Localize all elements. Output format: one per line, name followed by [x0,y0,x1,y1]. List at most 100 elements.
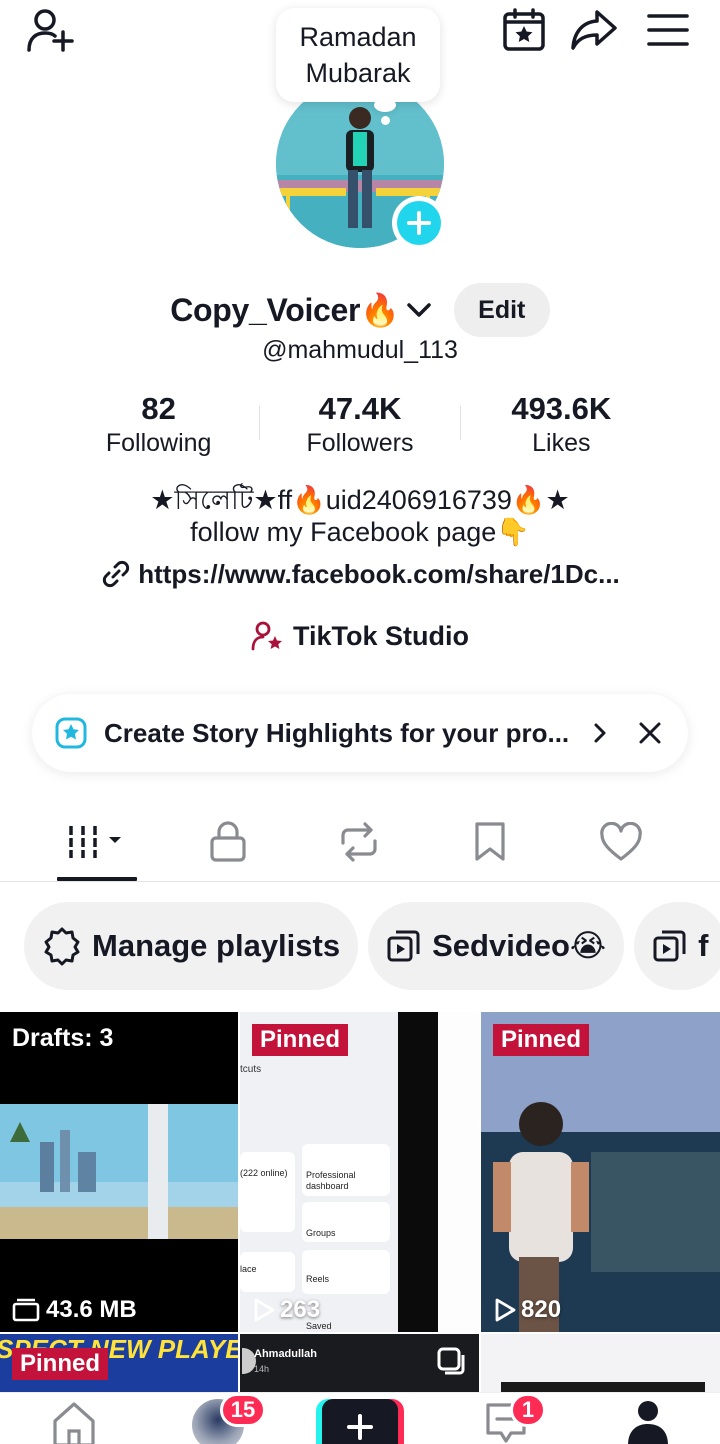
tiktok-studio-label: TikTok Studio [292,620,469,651]
create-button-shape [316,1399,404,1444]
bio-link[interactable]: https://www.facebook.com/share/1Dc... [0,558,720,590]
heart-icon [600,822,642,861]
bubble-line2: Mubarak [305,58,411,88]
tab-favorites[interactable] [450,816,530,868]
bio-line-2: follow my Facebook page👇 [190,517,530,547]
copy-icon [437,1347,465,1375]
bio-link-text: https://www.facebook.com/share/1Dc... [138,558,620,589]
play-icon [495,1298,516,1322]
nav-home[interactable] [44,1399,104,1444]
share-arrow-icon [571,10,617,50]
profile-tabs [0,808,720,882]
stats-row: 82 Following 47.4K Followers 493.6K Like… [58,390,662,462]
tab-active-indicator [57,877,137,881]
video-tile[interactable]: tcuts (222 online) Professional dashboar… [240,1012,479,1332]
tab-videos[interactable] [57,816,137,868]
play-icon [254,1298,275,1322]
thumb-bar [501,1382,705,1392]
gear-icon [44,927,80,966]
grid-bars-icon [69,826,121,858]
home-icon [53,1402,95,1444]
plus-icon [407,211,431,235]
followers-label: Followers [306,429,414,457]
video-thumbnail [481,1012,720,1332]
stat-divider [460,406,461,440]
bottom-navigation: 15 1 [0,1392,720,1444]
screenshot-right [438,1012,479,1332]
pinned-badge: Pinned [252,1024,349,1056]
screenshot-professional: Professional dashboard [306,1170,356,1191]
drafts-tile[interactable]: Drafts: 3 43.6 MB [0,1012,238,1332]
tiktok-studio-link[interactable]: TikTok Studio [0,620,720,652]
post-time: 14h [254,1364,270,1374]
screenshot-reels: Reels [306,1274,330,1284]
chevron-right-icon[interactable] [588,721,612,745]
drafts-size: 43.6 MB [12,1296,137,1324]
drafts-thumbnail [0,1012,238,1332]
calendar-button[interactable] [498,4,550,56]
add-story-button[interactable] [392,196,446,250]
story-highlights-banner[interactable]: Create Story Highlights for your pro... [32,694,688,772]
likes-label: Likes [532,429,591,457]
add-friend-button[interactable] [24,4,76,56]
name-row: Copy_Voicer🔥 Edit [0,283,720,337]
pinned-badge: Pinned [12,1348,109,1380]
share-button[interactable] [568,4,620,56]
video-tile[interactable]: Pinned 820 [481,1012,720,1332]
tab-liked[interactable] [581,816,661,868]
playlist-chips: Manage playlists Sedvideo😭 f [24,902,720,990]
screenshot-shortcuts: tcuts [240,1064,262,1075]
screenshot-place: lace [240,1264,257,1274]
link-icon [103,560,130,588]
screenshot-card [302,1250,390,1294]
menu-button[interactable] [642,4,694,56]
nav-profile[interactable] [620,1399,676,1444]
nav-create[interactable] [316,1399,404,1444]
profile-icon [628,1401,668,1444]
user-handle: @mahmudul_113 [262,336,458,364]
calendar-star-icon [503,8,545,51]
story-banner-text: Create Story Highlights for your pro... [104,717,570,748]
chevron-down-icon[interactable] [404,295,434,325]
drafts-size-text: 43.6 MB [46,1296,137,1323]
following-label: Following [105,429,212,457]
playlist-icon [653,930,686,962]
friends-badge: 15 [220,1393,266,1427]
display-name[interactable]: Copy_Voicer🔥 [170,291,400,329]
screenshot-dark-edge [398,1012,438,1332]
hamburger-menu-icon [647,14,689,46]
bubble-tail [374,98,396,112]
post-username: Ahmadullah [254,1348,317,1360]
screenshot-groups: Groups [306,1228,336,1238]
stat-following[interactable]: 82 Following [58,390,259,462]
video-tile[interactable]: Ahmadullah 14h [240,1334,479,1392]
video-tile[interactable]: SPECT NEW PLAYERS Pinned [0,1334,238,1392]
tab-reposts[interactable] [319,816,399,868]
bookmark-icon [475,822,505,861]
manage-playlists-chip[interactable]: Manage playlists [24,902,359,990]
pinned-badge: Pinned [493,1024,590,1056]
stat-likes[interactable]: 493.6K Likes [461,390,662,462]
playlist-chip-f[interactable]: f [634,902,720,990]
view-count-text: 263 [280,1296,321,1323]
tab-private[interactable] [188,816,268,868]
stat-followers[interactable]: 47.4K Followers [259,390,460,462]
playlist-chip-sedvideo[interactable]: Sedvideo😭 [368,902,625,990]
star-badge-icon [55,717,87,749]
close-icon[interactable] [638,721,662,745]
plus-icon [347,1414,373,1440]
chip-label: f [698,928,709,963]
edit-profile-button[interactable]: Edit [453,283,550,337]
storage-icon [12,1298,40,1322]
status-bubble[interactable]: Ramadan Mubarak [276,8,440,102]
following-count: 82 [141,391,176,426]
inbox-badge: 1 [510,1393,546,1427]
followers-count: 47.4K [318,391,402,426]
screenshot-online: (222 online) [240,1168,288,1178]
view-count-text: 820 [521,1296,562,1323]
likes-count: 493.6K [511,391,612,426]
video-tile[interactable] [481,1334,720,1392]
view-count: 820 [493,1296,561,1324]
person-plus-icon [27,9,74,52]
chip-label: Manage playlists [92,928,341,963]
